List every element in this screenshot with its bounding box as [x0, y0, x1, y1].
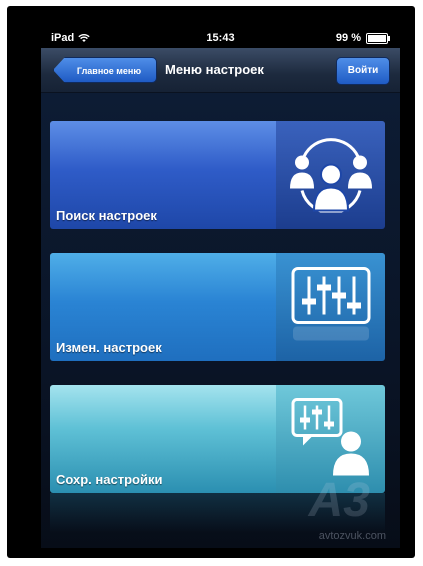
device-frame: iPad 15:43 99 % Главное меню Меню настро… [7, 6, 415, 558]
card-edit-settings[interactable]: Измен. настроек [50, 253, 385, 361]
navigation-bar: Главное меню Меню настроек Войти [41, 48, 400, 93]
back-button-main-menu[interactable]: Главное меню [53, 57, 157, 83]
login-button[interactable]: Войти [336, 57, 390, 85]
screen: iPad 15:43 99 % Главное меню Меню настро… [41, 28, 400, 548]
main-content: Поиск настроек Измен. настроек Сохр. нас… [41, 93, 400, 548]
status-bar: iPad 15:43 99 % [41, 28, 400, 48]
users-network-icon [288, 133, 374, 218]
equalizer-sliders-icon [289, 265, 373, 350]
watermark-logo: A3 [308, 474, 370, 527]
card-label: Измен. настроек [56, 340, 162, 355]
battery-percent: 99 % [335, 32, 361, 44]
card-label: Поиск настроек [56, 208, 157, 223]
card-text-area: Сохр. настройки [50, 385, 276, 493]
card-label: Сохр. настройки [56, 472, 163, 487]
card-icon-area [276, 121, 385, 229]
user-share-settings-icon [289, 396, 373, 483]
battery-icon [366, 32, 390, 44]
watermark-site: avtozvuk.com [318, 530, 386, 542]
card-text-area: Измен. настроек [50, 253, 276, 361]
card-icon-area [276, 253, 385, 361]
card-search-settings[interactable]: Поиск настроек [50, 121, 385, 229]
status-right: 99 % [335, 32, 390, 44]
page-title: Меню настроек [165, 62, 264, 77]
card-text-area: Поиск настроек [50, 121, 276, 229]
